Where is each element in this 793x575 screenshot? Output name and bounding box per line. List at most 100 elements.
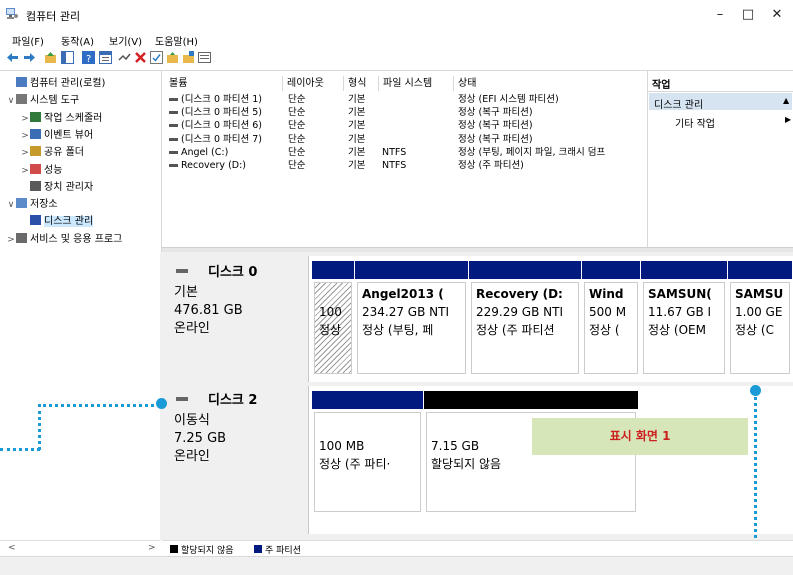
tree-item[interactable]: > 이벤트 뷰어: [20, 127, 93, 144]
layout-cell: 단순: [288, 107, 306, 119]
tree-item[interactable]: > 공유 폴더: [20, 144, 84, 161]
performance-icon: [30, 163, 41, 174]
partition-name: SAMSUN(: [648, 287, 712, 301]
help-icon[interactable]: ?: [82, 51, 95, 64]
tree-item[interactable]: ∨ 시스템 도구: [6, 92, 79, 109]
tree-expand-arrow[interactable]: >: [20, 128, 30, 145]
legend-swatch-primary: [254, 545, 262, 553]
tree-horizontal-scrollbar[interactable]: < >: [0, 540, 160, 557]
volume-row[interactable]: (디스크 0 파티션 1) 단순 기본 정상 (EFI 시스템 파티션): [165, 93, 645, 106]
menu-action[interactable]: 동작(A): [61, 33, 94, 48]
partition-bar: [312, 391, 423, 409]
column-header-layout[interactable]: 레이아웃: [283, 76, 344, 91]
partition[interactable]: 100 MB 정상 (주 파티·: [312, 391, 423, 515]
collapse-arrow-icon[interactable]: ▲: [783, 96, 789, 105]
partition-name: Angel2013 (: [362, 287, 444, 301]
partition-bar: [728, 261, 792, 279]
tree-item[interactable]: > 성능: [20, 162, 62, 179]
volume-row[interactable]: Angel (C:) 단순 기본 NTFS 정상 (부팅, 페이지 파일, 크래시 덤프: [165, 146, 645, 159]
partition[interactable]: Wind 500 M 정상 (: [582, 261, 640, 377]
volume-row[interactable]: Recovery (D:) 단순 기본 NTFS 정상 (주 파티션): [165, 159, 645, 172]
forward-icon[interactable]: [23, 51, 36, 64]
actions-section-disk-management[interactable]: 디스크 관리 ▲: [649, 93, 792, 111]
show-hide-tree-icon[interactable]: [61, 51, 74, 64]
partition-bar: [355, 261, 468, 279]
drive-icon: [169, 111, 178, 115]
tree-item[interactable]: 디스크 관리: [20, 213, 94, 230]
column-header-filesystem[interactable]: 파일 시스템: [379, 76, 454, 91]
column-header-status[interactable]: 상태: [454, 76, 645, 91]
disk-info[interactable]: 디스크 2 이동식 7.25 GB 온라인: [162, 386, 309, 534]
scroll-left-icon[interactable]: <: [8, 543, 16, 553]
tree-item[interactable]: > 서비스 및 응용 프로그: [6, 231, 122, 248]
drive-icon: [169, 98, 178, 101]
status-cell: 정상 (복구 파티션): [458, 133, 533, 145]
tree-expand-arrow[interactable]: >: [6, 232, 16, 249]
volume-cell: (디스크 0 파티션 6): [181, 120, 263, 132]
delete-icon[interactable]: [134, 51, 147, 64]
tree-expand-arrow[interactable]: >: [20, 145, 30, 162]
menu-help[interactable]: 도움말(H): [155, 33, 198, 48]
layout-cell: 단순: [288, 94, 306, 105]
volume-row[interactable]: (디스크 0 파티션 5) 단순 기본 정상 (복구 파티션): [165, 106, 645, 119]
partition-name: Recovery (D:: [476, 287, 563, 301]
actions-header: 작업: [652, 80, 671, 91]
minimize-button[interactable]: –: [705, 5, 735, 25]
back-icon[interactable]: [6, 51, 19, 64]
column-header-volume[interactable]: 볼륨: [165, 76, 283, 91]
tree-expand-arrow[interactable]: ∨: [6, 197, 16, 214]
window-title: 컴퓨터 관리: [26, 10, 81, 23]
tree-expand-arrow[interactable]: ∨: [6, 93, 16, 110]
scroll-right-icon[interactable]: >: [148, 543, 156, 553]
partition[interactable]: 100 정상: [312, 261, 354, 377]
partition-body: Recovery (D: 229.29 GB NTI 정상 (주 파티션: [471, 282, 579, 374]
volume-row[interactable]: (디스크 0 파티션 6) 단순 기본 정상 (복구 파티션): [165, 119, 645, 132]
check-icon[interactable]: [150, 51, 163, 64]
callout-label: 표시 화면 1: [532, 418, 748, 455]
type-cell: 기본: [348, 107, 366, 119]
search-folder-icon[interactable]: [182, 51, 195, 64]
drive-icon: [169, 137, 178, 141]
partition[interactable]: SAMSU 1.00 GE 정상 (C: [728, 261, 792, 377]
maximize-button[interactable]: □: [733, 5, 763, 25]
tree-item[interactable]: ∨ 저장소: [6, 196, 58, 213]
volume-cell: Recovery (D:): [181, 160, 246, 171]
partition[interactable]: Recovery (D: 229.29 GB NTI 정상 (주 파티션: [469, 261, 581, 377]
menu-view[interactable]: 보기(V): [109, 33, 142, 48]
properties-icon[interactable]: [99, 51, 112, 64]
disk-info[interactable]: 디스크 0 기본 476.81 GB 온라인: [162, 256, 309, 382]
up-folder-icon[interactable]: [44, 51, 57, 64]
volume-cell: (디스크 0 파티션 5): [181, 107, 263, 119]
disk-size: 476.81 GB: [174, 303, 243, 318]
tree-expand-arrow[interactable]: >: [20, 111, 30, 128]
drive-icon: [169, 150, 178, 154]
tree-item-label: 장치 관리자: [44, 181, 94, 193]
close-button[interactable]: ✕: [762, 5, 792, 25]
status-cell: 정상 (복구 파티션): [458, 107, 533, 119]
list-view-icon[interactable]: [198, 51, 211, 64]
volume-row[interactable]: (디스크 0 파티션 7) 단순 기본 정상 (복구 파티션): [165, 133, 645, 146]
tree-item[interactable]: 장치 관리자: [20, 179, 93, 196]
open-folder-icon[interactable]: [166, 51, 179, 64]
partition[interactable]: SAMSUN(11.67 GB I 정상 (OEM: [641, 261, 727, 377]
tree-item[interactable]: > 작업 스케줄러: [20, 110, 102, 127]
partition[interactable]: Angel2013 (234.27 GB NTI 정상 (부팅, 페: [355, 261, 468, 377]
partition-bar: [469, 261, 581, 279]
partition-status: 정상 (OEM: [648, 323, 706, 337]
partition-status: 정상 (C: [735, 323, 774, 337]
type-cell: 기본: [348, 160, 366, 171]
connect-icon[interactable]: [118, 51, 131, 64]
column-header-type[interactable]: 형식: [344, 76, 379, 91]
tree-expand-arrow[interactable]: >: [20, 163, 30, 180]
tree-item[interactable]: 컴퓨터 관리(로컬): [6, 75, 105, 92]
tree-item-label: 성능: [44, 164, 63, 176]
dotted-connector-left-end: [0, 448, 40, 451]
disk-drive-icon: [176, 269, 188, 273]
partition-status: 정상: [319, 323, 342, 337]
drive-icon: [169, 124, 178, 128]
partition-body: Wind 500 M 정상 (: [584, 282, 638, 374]
partition-spacer: [319, 415, 420, 437]
actions-more[interactable]: 기타 작업 ▶: [649, 112, 792, 130]
menu-file[interactable]: 파일(F): [12, 33, 44, 48]
type-cell: 기본: [348, 94, 366, 105]
